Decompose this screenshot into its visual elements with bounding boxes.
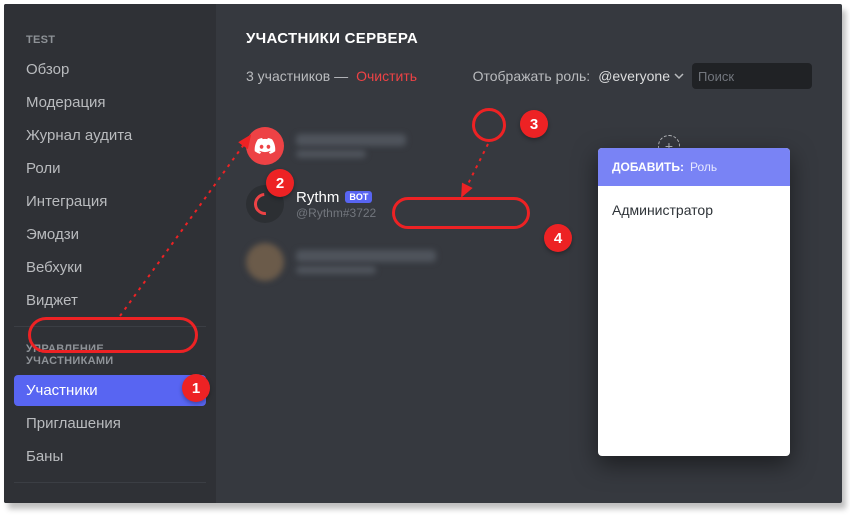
avatar <box>246 243 284 281</box>
sidebar-item-bans[interactable]: Баны <box>14 441 206 472</box>
add-role-popup: ДОБАВИТЬ: Администратор <box>598 148 790 456</box>
popup-header: ДОБАВИТЬ: <box>598 148 790 186</box>
sidebar: TEST Обзор Модерация Журнал аудита Роли … <box>4 4 216 503</box>
sidebar-item-overview[interactable]: Обзор <box>14 54 206 85</box>
popup-role-option-admin[interactable]: Администратор <box>598 192 790 228</box>
avatar <box>246 185 284 223</box>
main-panel: УЧАСТНИКИ СЕРВЕРА 3 участников — Очистит… <box>216 4 842 503</box>
discord-icon <box>254 138 276 154</box>
sidebar-item-webhooks[interactable]: Вебхуки <box>14 252 206 283</box>
sidebar-item-emoji[interactable]: Эмодзи <box>14 219 206 250</box>
bot-badge: BOT <box>345 191 372 203</box>
role-filter-select[interactable]: @everyone <box>598 68 684 84</box>
sidebar-item-integrations[interactable]: Интеграция <box>14 186 206 217</box>
popup-role-input[interactable] <box>690 160 770 174</box>
search-input[interactable] <box>698 69 842 84</box>
blurred-username <box>296 250 436 262</box>
sidebar-delete-server[interactable]: Удалить сервер <box>14 493 206 503</box>
avatar <box>246 127 284 165</box>
sidebar-separator <box>14 326 206 327</box>
blurred-tag <box>296 266 376 274</box>
chevron-down-icon <box>674 71 684 81</box>
popup-title: ДОБАВИТЬ: <box>612 160 684 174</box>
sidebar-item-auditlog[interactable]: Журнал аудита <box>14 120 206 151</box>
search-box[interactable] <box>692 63 812 89</box>
sidebar-item-members[interactable]: Участники <box>14 375 206 406</box>
sidebar-item-roles[interactable]: Роли <box>14 153 206 184</box>
sidebar-section-membermgmt: УПРАВЛЕНИЕ УЧАСТНИКАМИ <box>14 337 206 375</box>
sidebar-item-invites[interactable]: Приглашения <box>14 408 206 439</box>
member-count: 3 участников — <box>246 68 348 84</box>
display-role-label: Отображать роль: <box>473 68 591 84</box>
member-username: Rythm <box>296 189 339 206</box>
sidebar-item-widget[interactable]: Виджет <box>14 285 206 316</box>
page-title: УЧАСТНИКИ СЕРВЕРА <box>246 30 812 47</box>
sidebar-item-moderation[interactable]: Модерация <box>14 87 206 118</box>
sidebar-separator <box>14 482 206 483</box>
clear-link[interactable]: Очистить <box>356 68 417 84</box>
sidebar-section-test: TEST <box>14 28 206 54</box>
role-filter-value: @everyone <box>598 68 670 84</box>
blurred-username <box>296 134 406 146</box>
blurred-tag <box>296 150 366 158</box>
